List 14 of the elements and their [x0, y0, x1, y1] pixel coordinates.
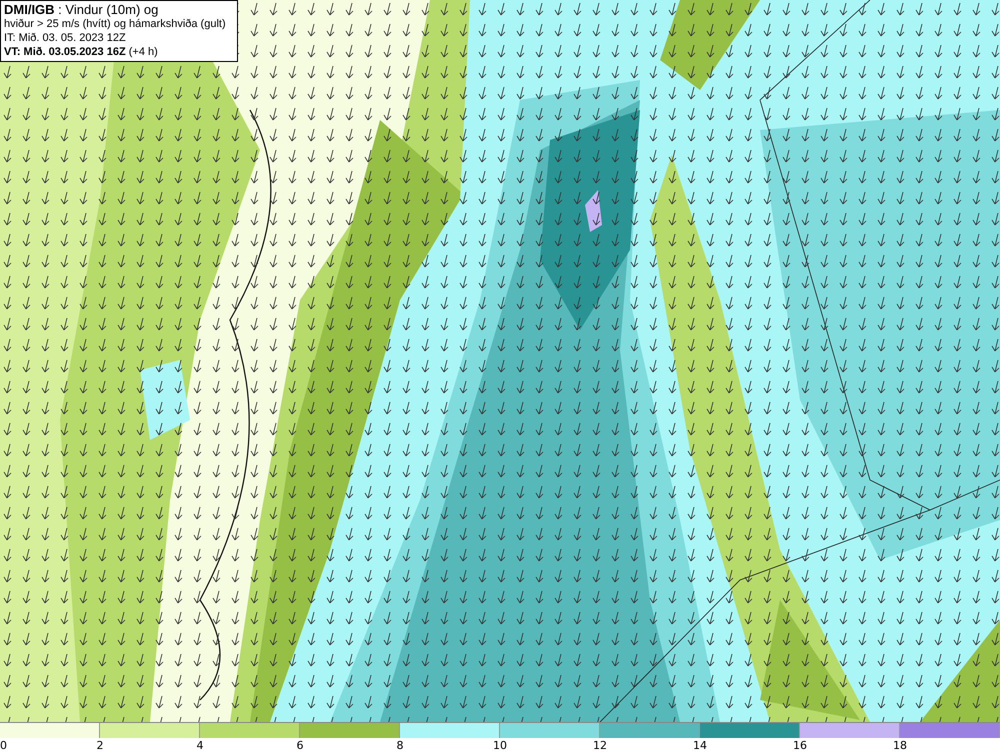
legend-label: 14	[693, 738, 707, 753]
legend-label: 6	[296, 738, 304, 753]
legend-label: 2	[96, 738, 104, 753]
info-text: IT: Mið. 03. 05. 2023 12Z	[4, 31, 127, 45]
legend-label: 16	[793, 738, 807, 753]
legend-label: 18	[893, 738, 907, 753]
legend-label: 10	[493, 738, 507, 753]
info-text: hviður > 25 m/s (hvítt) og hámarkshviða (gult)	[4, 17, 227, 31]
info-text: VT: Mið. 03.05.2023 16Z (+4 h)	[4, 45, 159, 59]
legend-label: 4	[196, 738, 204, 753]
legend-label: 8	[396, 738, 404, 753]
info-text: DMI/IGB : Vindur (10m) og	[4, 3, 160, 17]
legend-label: 0	[0, 738, 7, 753]
legend-label: 12	[593, 738, 607, 753]
